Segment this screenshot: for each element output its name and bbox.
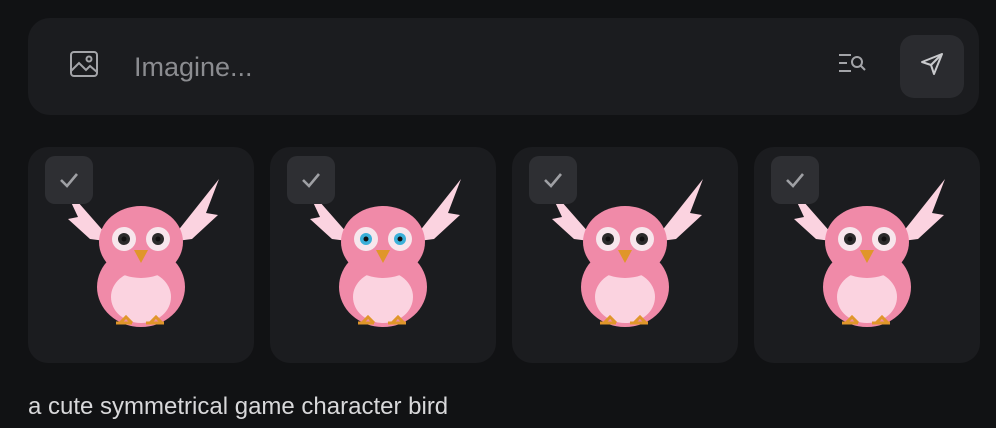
select-checkbox[interactable]	[287, 156, 335, 204]
send-icon	[919, 51, 945, 82]
send-button[interactable]	[900, 35, 964, 98]
check-icon	[544, 173, 562, 188]
search-list-icon	[837, 51, 867, 82]
select-checkbox[interactable]	[771, 156, 819, 204]
image-icon	[69, 49, 99, 84]
prompt-input[interactable]	[132, 44, 786, 90]
check-icon	[60, 173, 78, 188]
result-card-1[interactable]	[28, 147, 254, 363]
result-card-4[interactable]	[754, 147, 980, 363]
search-button[interactable]	[830, 44, 874, 88]
result-card-3[interactable]	[512, 147, 738, 363]
select-checkbox[interactable]	[529, 156, 577, 204]
check-icon	[302, 173, 320, 188]
select-checkbox[interactable]	[45, 156, 93, 204]
prompt-caption: a cute symmetrical game character bird	[28, 393, 449, 420]
result-card-2[interactable]	[270, 147, 496, 363]
image-upload-button[interactable]	[58, 38, 110, 94]
check-icon	[786, 173, 804, 188]
